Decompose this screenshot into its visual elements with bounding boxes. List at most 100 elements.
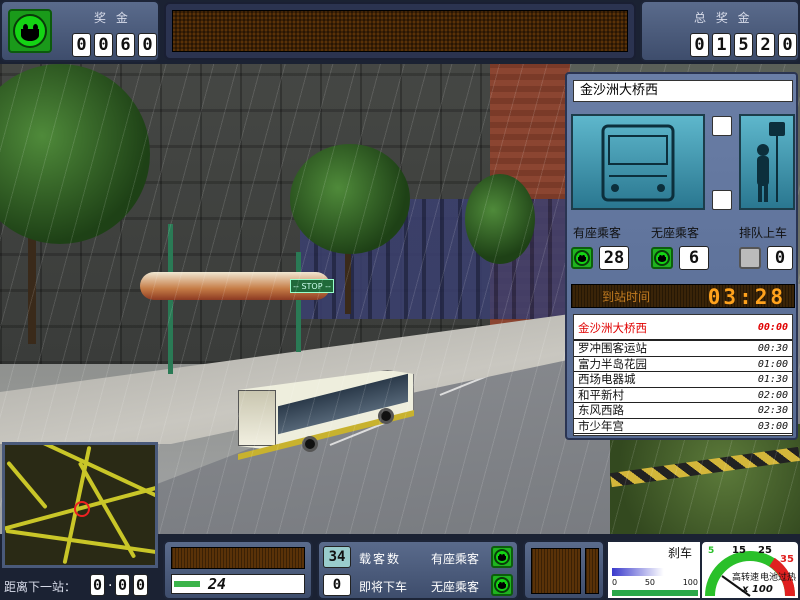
seated-passengers-label: 有座乘客 bbox=[573, 226, 622, 240]
bonus-panel: 奖 金 0 0 6 0 bbox=[0, 0, 160, 62]
schedule-row: 罗冲围客运站 00:30 bbox=[574, 341, 792, 357]
bonus-digit: 6 bbox=[116, 33, 135, 57]
pressure-bar bbox=[612, 590, 698, 596]
bonus-digit: 0 bbox=[138, 33, 157, 57]
schedule-time: 00:00 bbox=[757, 322, 788, 333]
brake-scale-tick: 100 bbox=[682, 578, 698, 587]
mood-smiley-icon bbox=[8, 9, 52, 53]
schedule-stop: 富力半岛花园 bbox=[578, 356, 647, 371]
schedule-time: 02:30 bbox=[757, 405, 788, 416]
brake-label: 刹车 bbox=[667, 546, 692, 560]
gauge-tick: 35 bbox=[780, 554, 794, 565]
total-digit: 5 bbox=[734, 33, 753, 57]
player-location-icon bbox=[74, 501, 90, 517]
bonus-digit: 0 bbox=[72, 33, 91, 57]
seated-mood-icon bbox=[491, 546, 513, 568]
queue-neutral-face-icon bbox=[739, 247, 761, 269]
minimap[interactable] bbox=[2, 442, 158, 568]
total-bonus-panel: 总 奖 金 0 1 5 2 0 bbox=[640, 0, 800, 62]
brake-scale-tick: 50 bbox=[644, 578, 655, 587]
passenger-panel: 34 载客数 0 即将下车 有座乘客 无座乘客 bbox=[317, 540, 519, 600]
schedule-stop: 东风西路 bbox=[578, 403, 624, 417]
speed-value: 24 bbox=[208, 575, 227, 593]
schedule-stop: 市少年宫 bbox=[578, 418, 624, 433]
schedule-time: 03:00 bbox=[757, 420, 788, 432]
gear-panel bbox=[523, 540, 605, 600]
standing-mood-icon bbox=[491, 574, 513, 596]
brake-scale-tick: 0 bbox=[612, 578, 618, 587]
map-road bbox=[5, 528, 155, 556]
standing-label: 无座乘客 bbox=[431, 580, 480, 594]
tree bbox=[290, 144, 410, 254]
speed-led-display bbox=[171, 547, 305, 569]
brake-panel: 刹车 0 50 100 bbox=[606, 540, 702, 600]
distance-digit: 0 bbox=[115, 574, 130, 596]
schedule-row: 市少年宫 03:00 bbox=[574, 418, 792, 434]
standing-count: 6 bbox=[679, 246, 709, 270]
tree bbox=[465, 174, 535, 264]
distance-panel: 距离下一站： 0 . 0 0 bbox=[4, 574, 160, 600]
total-bonus-label: 总 奖 金 bbox=[694, 11, 753, 25]
player-bus bbox=[238, 370, 414, 460]
alighting-count: 0 bbox=[323, 574, 351, 596]
schedule-time: 00:30 bbox=[757, 343, 788, 354]
brake-bar bbox=[612, 568, 698, 576]
timer-value: 03:28 bbox=[707, 285, 786, 309]
bus-front-camera bbox=[571, 114, 705, 210]
tachometer-gauge: 5 15 25 35 高转速 电池过热 x 100 bbox=[700, 540, 800, 600]
schedule-time: 02:00 bbox=[757, 389, 788, 401]
passenger-total: 34 bbox=[323, 546, 351, 568]
bus-front-icon bbox=[601, 124, 675, 202]
bus-front bbox=[238, 390, 276, 446]
schedule-list[interactable]: 金沙洲大桥西 00:00 罗冲围客运站 00:30 富力半岛花园 01:00 西… bbox=[573, 314, 793, 436]
bonus-digit: 0 bbox=[94, 33, 113, 57]
alighting-label: 即将下车 bbox=[359, 580, 408, 594]
schedule-row: 和平新村 02:00 bbox=[574, 387, 792, 403]
schedule-row: 富力半岛花园 01:00 bbox=[574, 356, 792, 372]
brake-scale: 0 50 100 bbox=[612, 578, 698, 587]
schedule-time: 01:00 bbox=[757, 358, 788, 370]
passenger-total-label: 载客数 bbox=[359, 552, 402, 566]
seated-label: 有座乘客 bbox=[431, 552, 480, 566]
gauge-min: 5 bbox=[708, 546, 715, 556]
standing-mood-icon bbox=[651, 247, 673, 269]
map-road bbox=[6, 460, 48, 510]
message-ticker bbox=[164, 2, 636, 60]
bus-wheel bbox=[378, 408, 394, 424]
schedule-stop: 西场电器城 bbox=[578, 372, 636, 386]
gauge-tick: 25 bbox=[758, 545, 772, 556]
schedule-row: 东风西路 02:30 bbox=[574, 403, 792, 419]
camera-toggle-bottom[interactable] bbox=[712, 190, 732, 210]
schedule-time: 01:30 bbox=[757, 374, 788, 385]
speed-bar: 24 bbox=[171, 574, 305, 594]
battery-label: 电池过热 bbox=[760, 573, 797, 583]
bonus-digits: 0 0 6 0 bbox=[72, 33, 157, 57]
gear-led-display bbox=[531, 548, 581, 594]
timer-label: 到站时间 bbox=[602, 290, 651, 304]
stop-info-panel: 金沙洲大桥西 有座乘客 无座乘客 排队上车 28 6 0 到站时间 03:28 … bbox=[565, 72, 798, 440]
tach-label: 高转速 bbox=[732, 573, 760, 583]
schedule-stop: 金沙洲大桥西 bbox=[578, 321, 647, 335]
bus-stop-sign: -- STOP -- bbox=[290, 279, 334, 293]
gear-indicator bbox=[585, 548, 599, 594]
schedule-stop: 罗冲围客运站 bbox=[578, 341, 647, 355]
distance-digit: 0 bbox=[133, 574, 148, 596]
game-screen: -- STOP -- 奖 金 0 0 6 0 总 奖 金 0 1 5 2 0 金… bbox=[0, 0, 800, 600]
camera-toggle-top[interactable] bbox=[712, 116, 732, 136]
arrival-timer: 到站时间 03:28 bbox=[571, 284, 795, 309]
gauge-multiplier: x 100 bbox=[742, 584, 773, 595]
bonus-label: 奖 金 bbox=[94, 11, 131, 25]
total-digit: 2 bbox=[756, 33, 775, 57]
total-bonus-digits: 0 1 5 2 0 bbox=[690, 33, 797, 57]
seated-count: 28 bbox=[599, 246, 629, 270]
bus-wheel bbox=[302, 436, 318, 452]
total-digit: 0 bbox=[690, 33, 709, 57]
total-digit: 0 bbox=[778, 33, 797, 57]
distance-digits: 0 . 0 0 bbox=[90, 574, 148, 596]
schedule-stop: 和平新村 bbox=[578, 387, 624, 402]
speed-panel: 24 bbox=[163, 540, 313, 600]
waiting-person-icon bbox=[757, 122, 785, 202]
standing-passengers-label: 无座乘客 bbox=[651, 226, 700, 240]
current-stop-name: 金沙洲大桥西 bbox=[573, 80, 793, 102]
total-digit: 1 bbox=[712, 33, 731, 57]
